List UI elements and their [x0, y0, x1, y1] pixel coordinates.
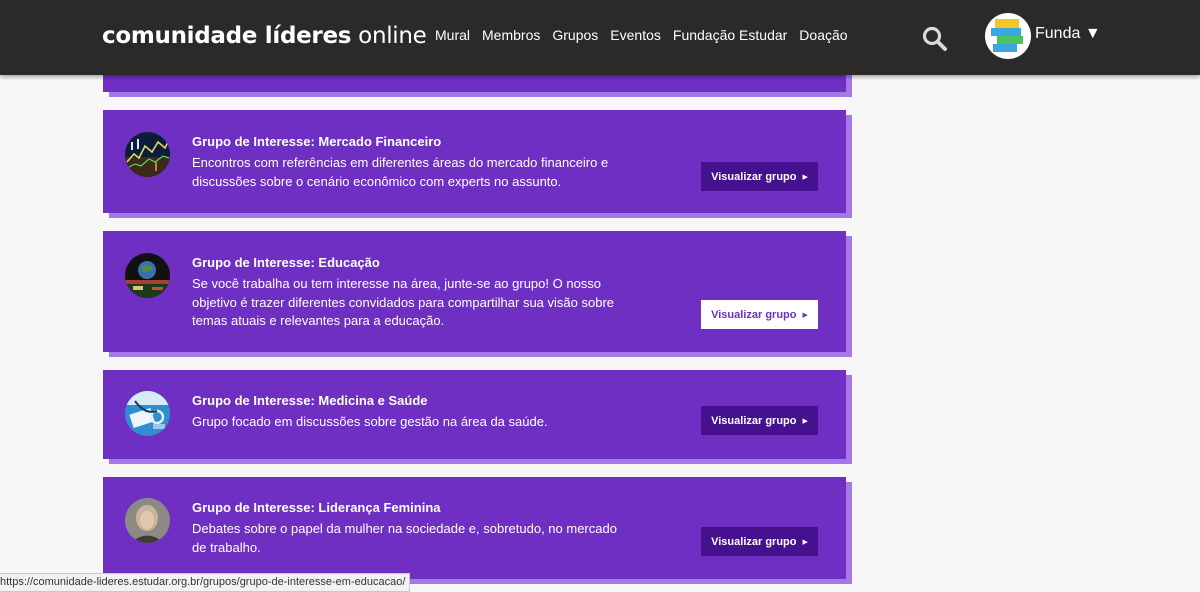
- main-nav: Mural Membros Grupos Eventos Fundação Es…: [435, 27, 860, 43]
- group-card-educacao: Grupo de Interesse: Educação Se você tra…: [103, 231, 852, 357]
- view-group-button-label: Visualizar grupo: [711, 308, 797, 321]
- brand-light-text: online: [358, 23, 427, 49]
- nav-item-grupos[interactable]: Grupos: [552, 27, 598, 43]
- group-card-medicina-saude: Grupo de Interesse: Medicina e Saúde Gru…: [103, 370, 852, 464]
- group-description: Debates sobre o papel da mulher na socie…: [192, 521, 617, 555]
- nav-item-mural[interactable]: Mural: [435, 27, 470, 43]
- group-thumbnail-health: [125, 391, 170, 436]
- group-description: Grupo focado em discussões sobre gestão …: [192, 414, 548, 429]
- play-arrow-icon: ▶: [802, 311, 808, 319]
- nav-item-fundacao-estudar[interactable]: Fundação Estudar: [673, 27, 787, 43]
- nav-item-membros[interactable]: Membros: [482, 27, 540, 43]
- play-arrow-icon: ▶: [802, 538, 808, 546]
- view-group-button-label: Visualizar grupo: [711, 170, 797, 183]
- group-description: Encontros com referências em diferentes …: [192, 155, 609, 189]
- group-title[interactable]: Grupo de Interesse: Medicina e Saúde: [192, 393, 428, 408]
- play-arrow-icon: ▶: [802, 173, 808, 181]
- view-group-button[interactable]: Visualizar grupo ▶: [701, 300, 818, 329]
- view-group-button[interactable]: Visualizar grupo ▶: [701, 527, 818, 556]
- group-card-lideranca-feminina: Grupo de Interesse: Liderança Feminina D…: [103, 477, 852, 584]
- nav-item-doacao[interactable]: Doação: [799, 27, 847, 43]
- card-body: Grupo de Interesse: Educação Se você tra…: [103, 231, 846, 352]
- top-navbar: comunidade líderes online Mural Membros …: [0, 0, 1200, 75]
- card-body: Grupo de Interesse: Liderança Feminina D…: [103, 477, 846, 579]
- group-thumbnail-education: [125, 253, 170, 298]
- group-title[interactable]: Grupo de Interesse: Liderança Feminina: [192, 500, 441, 515]
- group-title[interactable]: Grupo de Interesse: Mercado Financeiro: [192, 134, 441, 149]
- card-body: Grupo de Interesse: Medicina e Saúde Gru…: [103, 370, 846, 459]
- browser-status-url: https://comunidade-lideres.estudar.org.b…: [0, 573, 411, 592]
- group-card-mercado-financeiro: Grupo de Interesse: Mercado Financeiro E…: [103, 110, 852, 218]
- view-group-button-label: Visualizar grupo: [711, 414, 797, 427]
- group-title[interactable]: Grupo de Interesse: Educação: [192, 255, 380, 270]
- user-avatar[interactable]: [985, 13, 1031, 59]
- brand-bold-text: comunidade líderes: [102, 23, 352, 49]
- site-logo[interactable]: comunidade líderes online: [102, 23, 427, 49]
- search-icon[interactable]: [922, 26, 948, 52]
- group-thumbnail-women-leadership: [125, 498, 170, 543]
- card-body: Grupo de Interesse: Mercado Financeiro E…: [103, 110, 846, 213]
- view-group-button-label: Visualizar grupo: [711, 535, 797, 548]
- group-thumbnail-finance: [125, 132, 170, 177]
- group-description: Se você trabalha ou tem interesse na áre…: [192, 276, 615, 328]
- view-group-button[interactable]: Visualizar grupo ▶: [701, 162, 818, 191]
- nav-item-eventos[interactable]: Eventos: [610, 27, 661, 43]
- view-group-button[interactable]: Visualizar grupo ▶: [701, 406, 818, 435]
- user-menu-toggle[interactable]: Funda ▼: [1035, 25, 1101, 43]
- play-arrow-icon: ▶: [802, 417, 808, 425]
